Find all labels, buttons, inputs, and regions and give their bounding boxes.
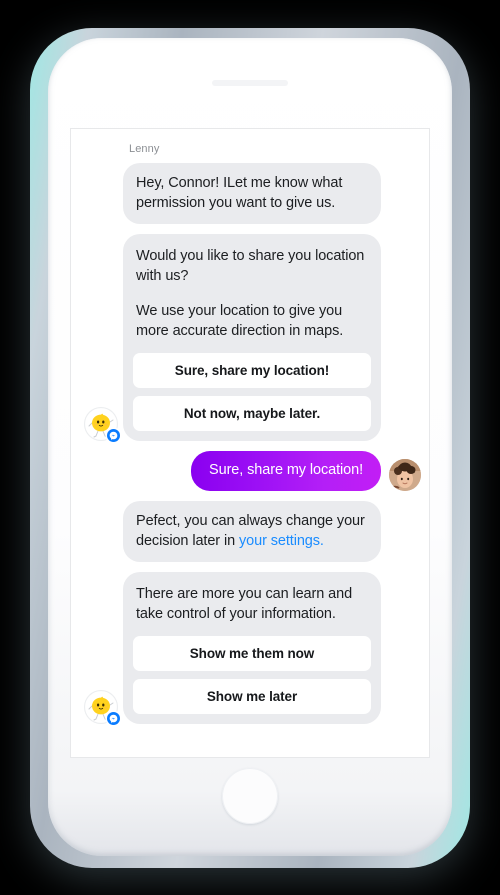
message-row-2: Would you like to share you location wit… <box>79 234 421 442</box>
message-row-3: Sure, share my location! <box>79 451 421 491</box>
lemon-character-avatar <box>84 689 120 725</box>
quick-reply-group: Sure, share my location! Not now, maybe … <box>133 353 371 431</box>
message-text: Hey, Connor! ILet me know what permissio… <box>136 175 343 211</box>
message-row-1: Hey, Connor! ILet me know what permissio… <box>79 163 421 224</box>
settings-link[interactable]: your settings. <box>239 533 324 549</box>
chat-thread: Lenny Hey, Connor! ILet me know what per… <box>71 129 429 742</box>
lemon-character-avatar <box>84 407 120 442</box>
message-row-5: There are more you can learn and take co… <box>79 571 421 725</box>
home-button[interactable] <box>222 768 278 824</box>
message-text: Would you like to share you location wit… <box>136 248 365 284</box>
quick-reply-group: Show me them now Show me later <box>133 635 371 714</box>
quick-reply-not-now[interactable]: Not now, maybe later. <box>133 396 371 431</box>
message-bubble-outgoing: Sure, share my location! <box>191 451 381 491</box>
earpiece-speaker <box>212 80 288 86</box>
message-row-4: Pefect, you can always change your decis… <box>79 500 421 562</box>
phone-screen: Lenny Hey, Connor! ILet me know what per… <box>70 128 430 758</box>
messenger-badge-icon <box>107 711 120 725</box>
quick-reply-show-later[interactable]: Show me later <box>133 678 371 714</box>
screenshot-root: Lenny Hey, Connor! ILet me know what per… <box>0 0 500 895</box>
avatar-slot <box>79 689 123 725</box>
message-text: We use your location to give you more ac… <box>136 303 344 339</box>
message-bubble-incoming-with-quick-replies: There are more you can learn and take co… <box>123 571 381 724</box>
sender-name-label: Lenny <box>129 143 160 155</box>
user-photo-avatar <box>389 458 421 491</box>
quick-reply-show-now[interactable]: Show me them now <box>133 635 371 671</box>
avatar-slot <box>79 407 123 442</box>
phone-device-frame: Lenny Hey, Connor! ILet me know what per… <box>30 28 470 868</box>
messenger-badge-icon <box>107 429 120 442</box>
quick-reply-share-location[interactable]: Sure, share my location! <box>133 353 371 388</box>
message-bubble-incoming-with-quick-replies: Would you like to share you location wit… <box>123 234 381 441</box>
phone-body: Lenny Hey, Connor! ILet me know what per… <box>48 38 452 856</box>
message-bubble-incoming: Pefect, you can always change your decis… <box>123 500 381 562</box>
message-text: There are more you can learn and take co… <box>136 585 353 622</box>
message-text: Pefect, you can always change your decis… <box>136 511 368 551</box>
message-bubble-incoming: Hey, Connor! ILet me know what permissio… <box>123 163 381 224</box>
